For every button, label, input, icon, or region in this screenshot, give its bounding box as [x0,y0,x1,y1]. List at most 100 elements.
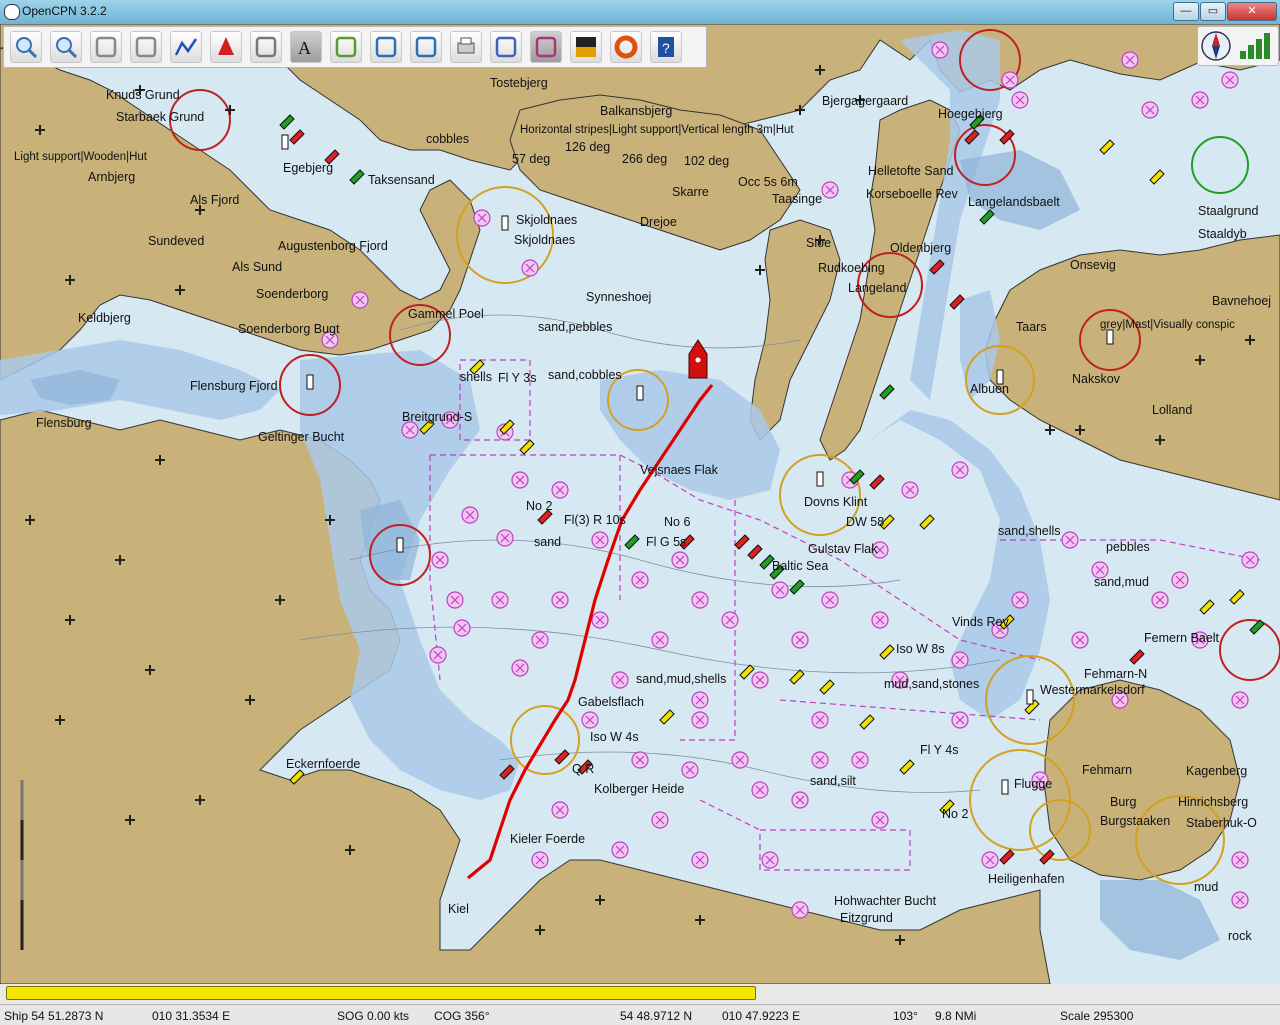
lighthouse-icon [816,471,824,487]
map-label: Taasinge [772,192,822,206]
cone-icon [135,36,157,58]
sun-icon [576,37,596,57]
map-label: Kiel [448,902,469,916]
auto-follow-button[interactable] [210,31,242,63]
map-label: Hohwachter Bucht [834,894,937,908]
map-label: Onsevig [1070,258,1116,272]
map-label: Langeland [848,281,906,295]
map-label: Breitgrund-S [402,410,472,424]
scale-in-button[interactable] [90,31,122,63]
map-label: Langelandsbaelt [968,195,1060,209]
map-label: Bavnehoej [1212,294,1271,308]
status-cog: COG 356° [434,1009,490,1023]
lighthouse-icon [281,134,289,150]
list-icon [495,36,517,58]
compass-widget[interactable] [1197,26,1279,66]
chart-load-progress-bar [6,986,756,1000]
map-label: Baltic Sea [772,559,828,573]
print-button[interactable] [450,31,482,63]
map-label: Synneshoej [586,290,651,304]
lighthouse-icon [1026,689,1034,705]
map-label: Femern Baelt [1144,631,1220,645]
map-label: sand,pebbles [538,320,612,334]
help-button[interactable]: ? [650,31,682,63]
map-label: Augustenborg Fjord [278,239,388,253]
wrench-icon [255,36,277,58]
lighthouse-icon [1001,779,1009,795]
status-cursor-lon: 010 47.9223 E [722,1009,801,1023]
map-label: Vejsnaes Flak [640,463,719,477]
map-label: Als Fjord [190,193,239,207]
track-icon [535,36,557,58]
text-button[interactable]: A [290,31,322,63]
tide-button[interactable] [370,31,402,63]
map-label: Fl Y 3s [498,371,536,385]
main-toolbar: A? [3,26,707,68]
status-ship-lon: 010 31.3534 E [152,1009,231,1023]
close-button[interactable]: ✕ [1227,2,1277,21]
map-label: sand,mud,shells [636,672,726,686]
track-button[interactable] [530,31,562,63]
map-label: Als Sund [232,260,282,274]
map-label: Nakskov [1072,372,1121,386]
lighthouse-icon [501,215,509,231]
map-label: Taksensand [368,173,435,187]
chart-canvas[interactable]: Tostebjerg Balkansbjerg Bjergagergaard Hoeg… [0,24,1280,984]
settings-button[interactable] [250,31,282,63]
map-label: Eitzgrund [840,911,893,925]
map-label: Soenderborg [256,287,328,301]
map-label: sand,mud [1094,575,1149,589]
map-label: grey|Mast|Visually conspic [1100,319,1235,331]
map-label: Iso W 4s [590,730,639,744]
layer-button[interactable] [410,31,442,63]
map-label: Knuds Grund [106,88,180,102]
zoom-out-button[interactable] [50,31,82,63]
map-label: Sundeved [148,234,204,248]
map-label: 57 deg [512,152,550,166]
pencil-icon [335,36,357,58]
map-label: Gulstav Flak [808,542,878,556]
color-scheme-button[interactable] [570,31,602,63]
map-label: DW 58 [846,515,884,529]
map-label: 266 deg [622,152,667,166]
map-label: Dovns Klint [804,495,868,509]
route-manager-button[interactable] [490,31,522,63]
map-label: Rudkoebing [818,261,885,275]
zoom-in-button[interactable] [10,31,42,63]
map-label: Burg [1110,795,1136,809]
status-distance: 9.8 NMi [935,1009,977,1023]
map-label: Westermarkelsdorf [1040,683,1145,697]
mob-button[interactable] [610,31,642,63]
restore-button[interactable]: ▭ [1200,2,1226,21]
map-label: Occ 5s 6m [738,175,798,189]
map-label: Starbaek Grund [116,110,204,124]
status-sog: SOG 0.00 kts [337,1009,410,1023]
lighthouse-icon [306,374,314,390]
scale-out-button[interactable] [130,31,162,63]
map-label: Flensburg [36,416,92,430]
map-label: Flugge [1014,777,1052,791]
progress-area [0,984,1280,1004]
map-label: Albuen [970,382,1009,396]
map-label: Burgstaaken [1100,814,1170,828]
map-label: Staalgrund [1198,204,1259,218]
status-scale: Scale 295300 [1060,1009,1134,1023]
map-label: No 2 [526,499,552,513]
lifebuoy-icon [614,35,638,59]
window-title: OpenCPN 3.2.2 [22,4,107,18]
map-label: Fl(3) R 10s [564,513,626,527]
map-label: rock [1228,929,1252,943]
map-label: Skjoldnaes [514,233,575,247]
map-label: Eckernfoerde [286,757,360,771]
map-label: Taars [1016,320,1047,334]
map-label: Fehmarn [1082,763,1132,777]
map-label: cobbles [426,132,469,146]
status-ship-lat: Ship 54 51.2873 N [4,1009,104,1023]
map-label: Staaldyb [1198,227,1247,241]
svg-text:A: A [298,38,311,58]
map-label: Bjergagergaard [822,94,908,108]
map-label: Light support|Wooden|Hut [14,151,148,163]
current-button[interactable] [330,31,362,63]
route-button[interactable] [170,31,202,63]
minimize-button[interactable]: — [1173,2,1199,21]
